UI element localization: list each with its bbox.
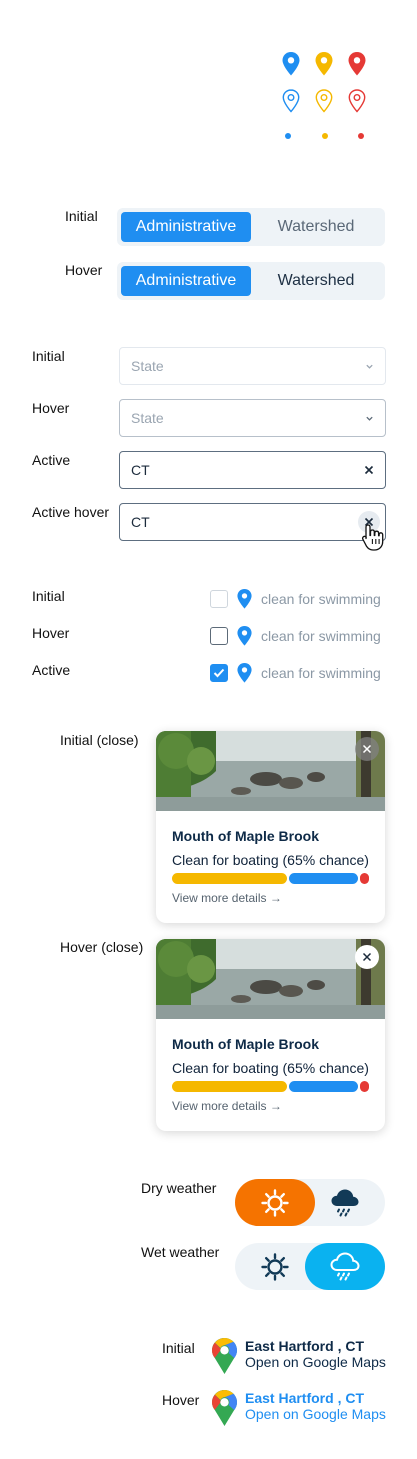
state-select-active[interactable]: CT	[119, 451, 386, 489]
probability-bar-middle	[289, 873, 358, 884]
state-label: Hover	[32, 400, 70, 416]
chevron-down-icon	[366, 364, 373, 369]
maps-link-text[interactable]: East Hartford , CT Open on Google Maps	[245, 1390, 386, 1426]
state-label: Initial	[32, 588, 65, 604]
chevron-down-icon	[366, 416, 373, 421]
location-title: Mouth of Maple Brook	[172, 828, 319, 844]
close-icon	[362, 952, 372, 962]
state-label: Initial	[162, 1340, 195, 1356]
probability-bar-clean	[172, 1081, 287, 1092]
close-button[interactable]	[355, 737, 379, 761]
state-label: Hover	[162, 1392, 200, 1408]
open-maps-link[interactable]: Open on Google Maps	[245, 1354, 386, 1370]
checkbox[interactable]	[210, 627, 228, 645]
state-label: Hover	[65, 262, 103, 278]
probability-bar-unsafe	[360, 1081, 369, 1092]
swim-filter-initial[interactable]: clean for swimming	[210, 588, 381, 610]
state-label: Initial	[65, 208, 98, 224]
map-pin-filled-yellow-icon	[315, 52, 333, 76]
sun-icon	[261, 1188, 289, 1217]
boundary-toggle-initial[interactable]: Administrative Watershed	[117, 208, 385, 246]
select-value: CT	[131, 514, 150, 530]
dry-weather-option[interactable]	[235, 1243, 315, 1290]
state-label: Initial	[32, 348, 65, 364]
view-details-link[interactable]: View more details →	[172, 1099, 282, 1113]
rain-cloud-icon	[331, 1189, 359, 1216]
google-maps-link-hover[interactable]: East Hartford , CT Open on Google Maps	[212, 1390, 386, 1426]
weather-toggle-wet[interactable]	[235, 1243, 385, 1290]
checkmark-icon	[213, 668, 225, 678]
select-value: CT	[131, 462, 150, 478]
map-pin-outline-yellow-icon	[315, 89, 333, 113]
probability-bar-middle	[289, 1081, 358, 1092]
state-label: Active hover	[32, 504, 110, 520]
location-photo	[156, 731, 385, 811]
map-pin-outline-blue-icon	[282, 89, 300, 113]
state-label: Hover (close)	[60, 939, 144, 955]
view-details-link[interactable]: View more details →	[172, 891, 282, 905]
map-pin-outline-red-icon	[348, 89, 366, 113]
checkbox-label: clean for swimming	[261, 591, 381, 607]
location-photo	[156, 939, 385, 1019]
clear-icon[interactable]	[364, 465, 374, 475]
map-pin-filled-blue-icon	[282, 52, 300, 76]
dry-weather-option[interactable]	[235, 1179, 315, 1226]
close-icon	[362, 744, 372, 754]
map-pin-icon	[237, 626, 252, 646]
option-watershed[interactable]: Watershed	[251, 212, 381, 242]
boundary-toggle-hover[interactable]: Administrative Watershed	[117, 262, 385, 300]
location-title: Mouth of Maple Brook	[172, 1036, 319, 1052]
dot-blue-icon	[285, 133, 291, 139]
weather-toggle-dry[interactable]	[235, 1179, 385, 1226]
checkbox[interactable]	[210, 590, 228, 608]
dot-red-icon	[358, 133, 364, 139]
checkbox-label: clean for swimming	[261, 665, 381, 681]
option-administrative[interactable]: Administrative	[121, 212, 251, 242]
sun-icon	[261, 1252, 289, 1281]
state-select-initial[interactable]: State	[119, 347, 386, 385]
wet-weather-option[interactable]	[305, 1179, 385, 1226]
city-name: East Hartford , CT	[245, 1390, 365, 1406]
location-card-initial[interactable]: Mouth of Maple Brook Clean for boating (…	[156, 731, 385, 923]
rain-cloud-icon	[330, 1251, 360, 1280]
location-status: Clean for boating (65% chance)	[172, 852, 369, 868]
select-placeholder: State	[131, 358, 164, 374]
wet-weather-option[interactable]	[305, 1243, 385, 1290]
checkbox-label: clean for swimming	[261, 628, 381, 644]
open-maps-link[interactable]: Open on Google Maps	[245, 1406, 386, 1422]
state-label: Wet weather	[141, 1244, 220, 1260]
state-select-hover[interactable]: State	[119, 399, 386, 437]
swim-filter-hover[interactable]: clean for swimming	[210, 625, 381, 647]
state-label: Initial (close)	[60, 732, 139, 748]
map-pin-icon	[237, 589, 252, 609]
select-placeholder: State	[131, 410, 164, 426]
city-name: East Hartford , CT	[245, 1338, 365, 1354]
probability-bar-unsafe	[360, 873, 369, 884]
google-maps-pin-icon	[212, 1390, 237, 1426]
option-watershed[interactable]: Watershed	[251, 266, 381, 296]
close-button[interactable]	[355, 945, 379, 969]
maps-link-text[interactable]: East Hartford , CT Open on Google Maps	[245, 1338, 386, 1374]
checkbox-checked[interactable]	[210, 664, 228, 682]
state-select-active-hover[interactable]: CT	[119, 503, 386, 541]
google-maps-link-initial[interactable]: East Hartford , CT Open on Google Maps	[212, 1338, 386, 1374]
dot-yellow-icon	[322, 133, 328, 139]
map-pin-icon	[237, 663, 252, 683]
state-label: Dry weather	[141, 1180, 217, 1196]
state-label: Active	[32, 452, 71, 468]
state-label: Active	[32, 662, 71, 678]
swim-filter-active[interactable]: clean for swimming	[210, 662, 381, 684]
map-pin-filled-red-icon	[348, 52, 366, 76]
state-label: Hover	[32, 625, 70, 641]
google-maps-pin-icon	[212, 1338, 237, 1374]
hand-cursor-icon	[361, 524, 384, 551]
option-administrative[interactable]: Administrative	[121, 266, 251, 296]
probability-bar-clean	[172, 873, 287, 884]
location-status: Clean for boating (65% chance)	[172, 1060, 369, 1076]
location-card-hover[interactable]: Mouth of Maple Brook Clean for boating (…	[156, 939, 385, 1131]
